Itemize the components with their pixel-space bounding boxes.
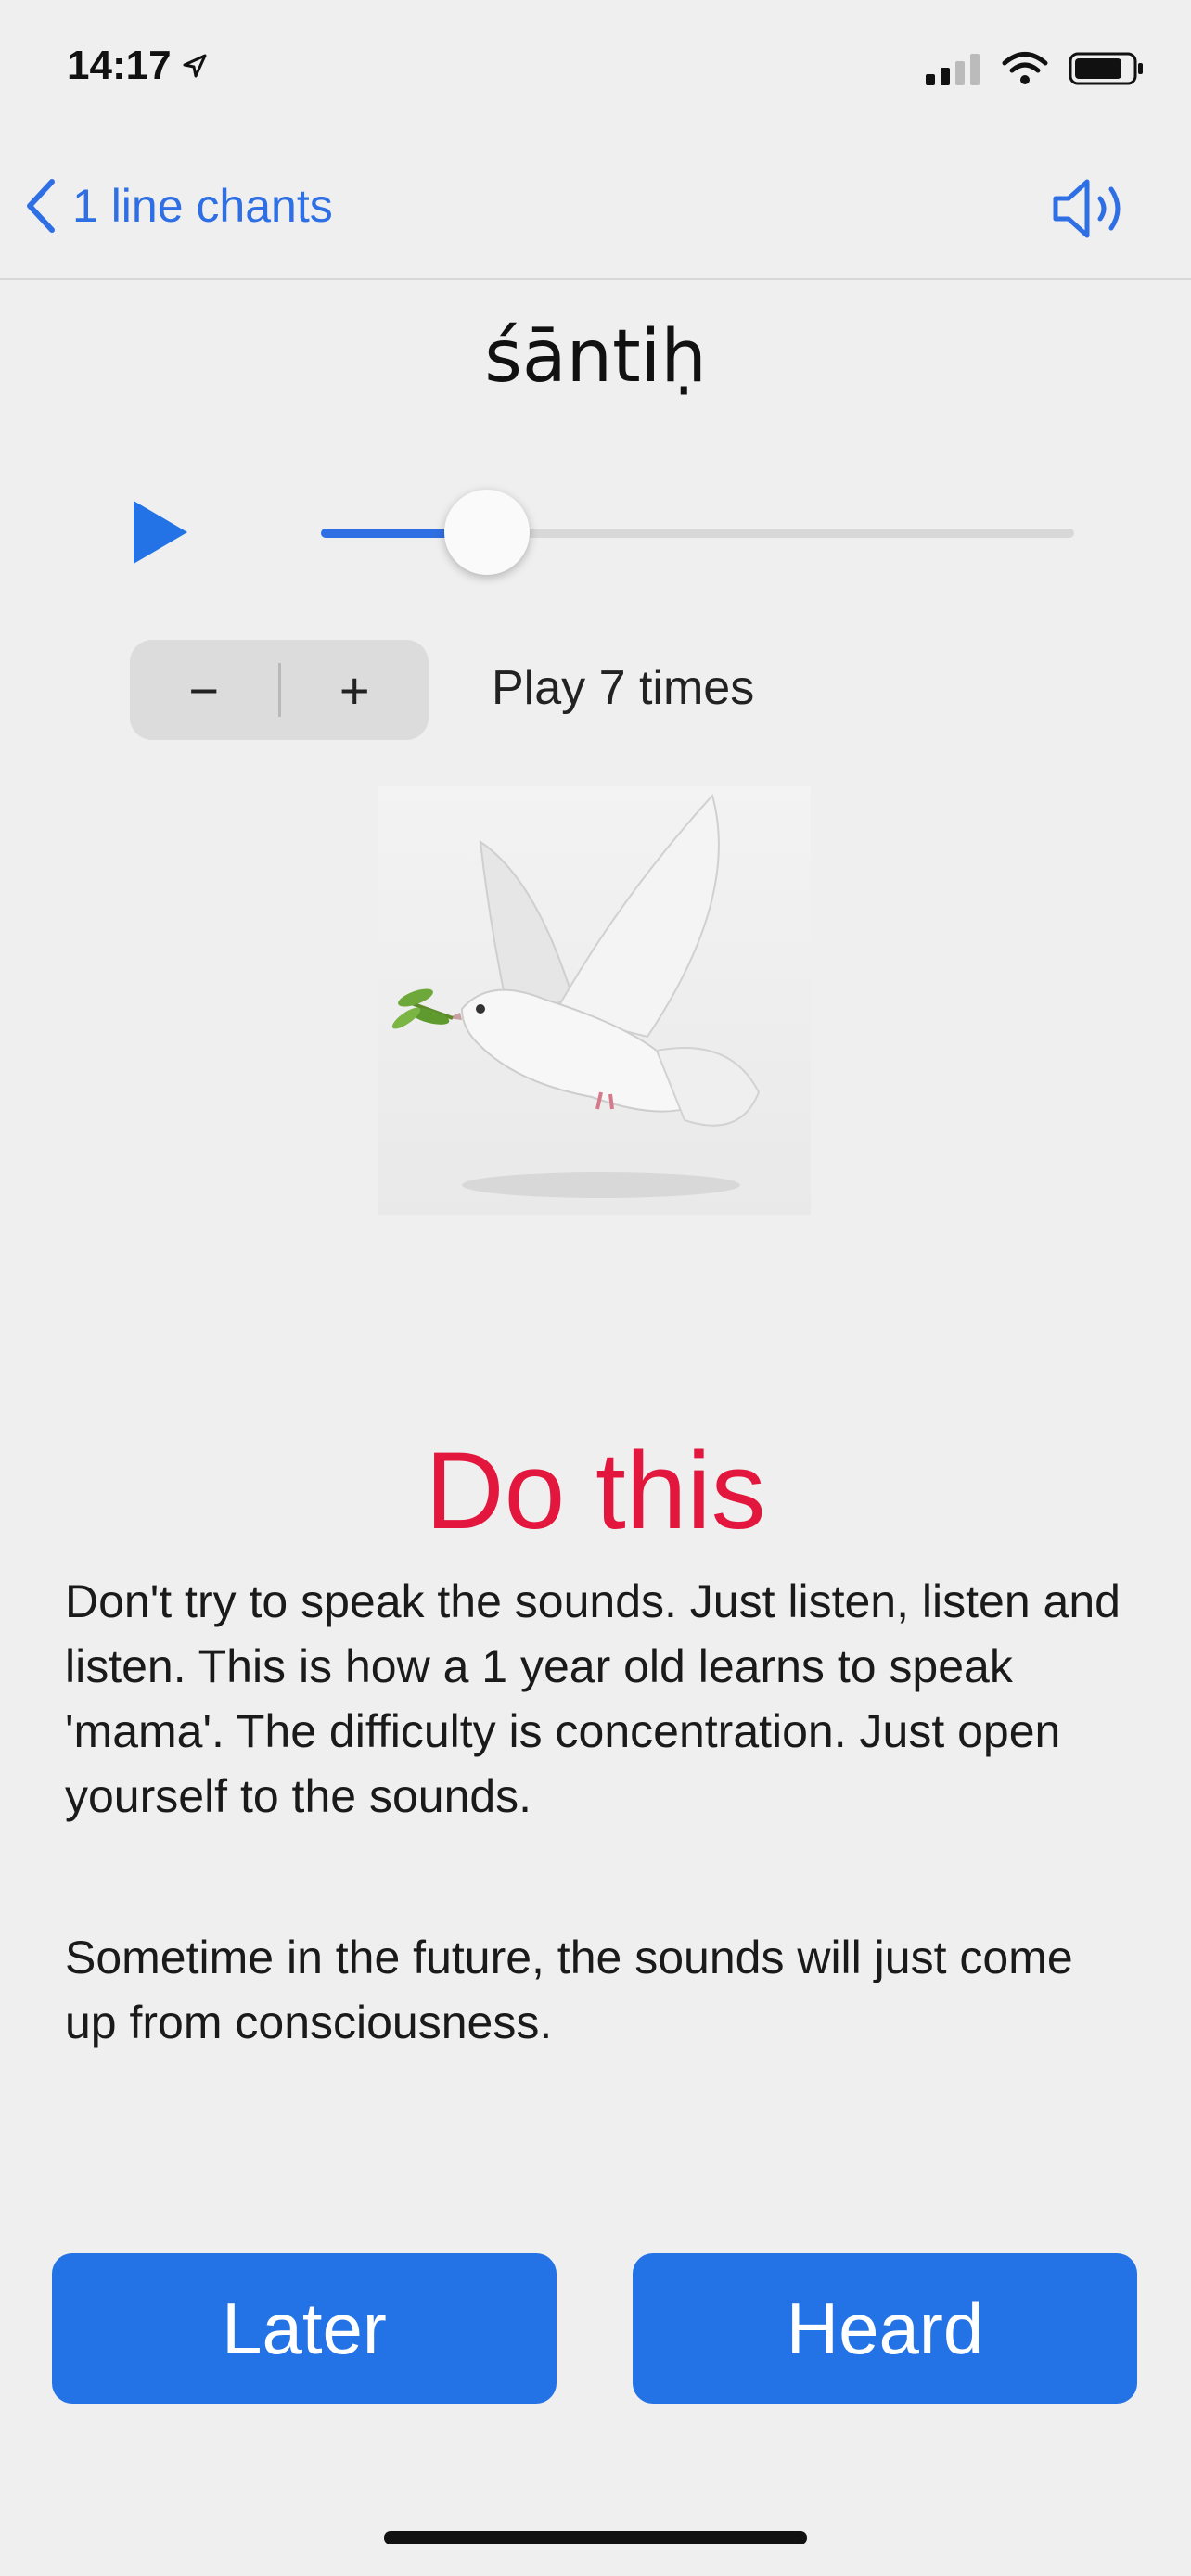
later-button[interactable]: Later [52, 2253, 557, 2404]
chant-title: śāntiḥ [484, 315, 707, 399]
instructions-heading: Do this [425, 1430, 766, 1552]
status-time-text: 14:17 [67, 43, 172, 88]
cellular-signal-icon [926, 54, 980, 85]
heard-button[interactable]: Heard [633, 2253, 1137, 2404]
decrement-button[interactable]: − [130, 640, 278, 740]
play-button[interactable] [130, 497, 191, 572]
status-bar-time: 14:17 [67, 43, 209, 89]
back-button[interactable]: 1 line chants [22, 176, 333, 236]
back-button-label: 1 line chants [72, 180, 333, 232]
nav-divider [0, 278, 1191, 280]
increment-button[interactable]: + [281, 640, 429, 740]
home-indicator[interactable] [384, 2531, 807, 2544]
play-icon [134, 501, 187, 564]
instructions-paragraph-1: Don't try to speak the sounds. Just list… [65, 1575, 1121, 1822]
instructions-paragraph-2: Sometime in the future, the sounds will … [65, 1932, 1073, 2048]
status-icons [924, 50, 1145, 87]
wifi-icon [1002, 52, 1048, 84]
repeat-stepper: − + [130, 640, 429, 740]
audio-progress-thumb[interactable] [443, 490, 530, 575]
speaker-icon [1053, 179, 1121, 238]
chevron-left-icon [27, 179, 55, 233]
dove-image [378, 786, 811, 1215]
battery-icon [1069, 52, 1143, 85]
repeat-count-label: Play 7 times [492, 661, 755, 715]
location-arrow-icon [183, 54, 207, 78]
sound-toggle-button[interactable] [1050, 176, 1133, 246]
dove-illustration [391, 793, 761, 1198]
